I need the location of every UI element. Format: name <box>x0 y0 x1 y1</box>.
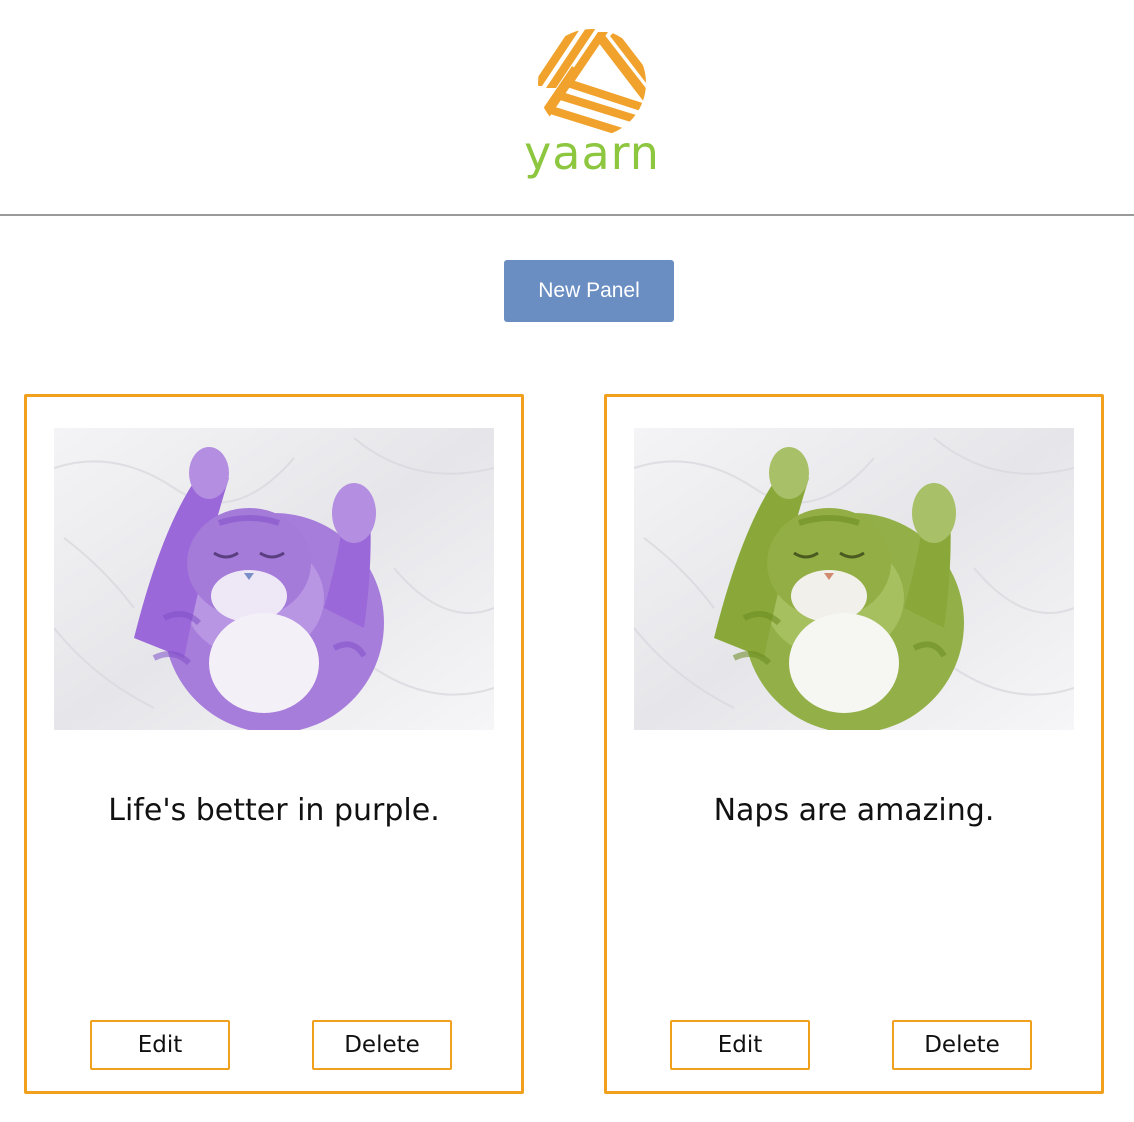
delete-button[interactable]: Delete <box>892 1020 1032 1070</box>
new-panel-button[interactable]: New Panel <box>504 260 674 322</box>
panel-caption: Naps are amazing. <box>713 793 995 828</box>
logo-wordmark: yaarn <box>524 126 660 180</box>
yarn-ball-icon <box>538 29 646 136</box>
delete-button[interactable]: Delete <box>312 1020 452 1070</box>
panel-caption: Life's better in purple. <box>108 793 440 828</box>
edit-button[interactable]: Edit <box>90 1020 230 1070</box>
yaarn-logo[interactable]: yaarn <box>512 26 672 186</box>
panel-card: Naps are amazing. Edit Delete <box>604 394 1104 1094</box>
edit-button[interactable]: Edit <box>670 1020 810 1070</box>
site-header: yaarn <box>0 0 1134 216</box>
panel-image-purple-kitten <box>54 428 494 730</box>
panel-image-green-kitten <box>634 428 1074 730</box>
panel-card: Life's better in purple. Edit Delete <box>24 394 524 1094</box>
